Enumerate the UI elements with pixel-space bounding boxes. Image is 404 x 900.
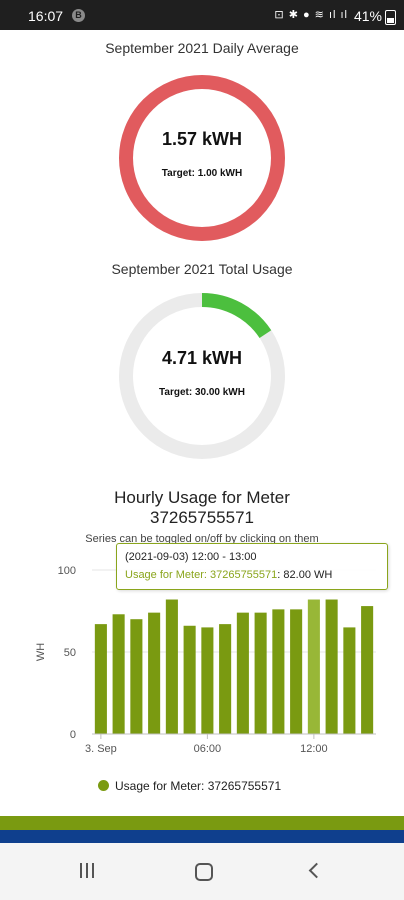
back-button[interactable] <box>302 861 332 885</box>
bar <box>219 624 232 734</box>
bar <box>130 619 143 734</box>
tooltip-series: Usage for Meter: 37265755571 <box>125 569 278 581</box>
x-tick-label: 12:00 <box>300 743 328 755</box>
gauge-arc <box>119 75 285 241</box>
y-tick-label: 0 <box>70 729 76 741</box>
legend-label: Usage for Meter: 37265755571 <box>115 779 282 793</box>
chart-tooltip: (2021-09-03) 12:00 - 13:00 Usage for Met… <box>116 543 388 590</box>
bar <box>343 627 356 734</box>
legend-dot-icon <box>98 780 109 791</box>
bar <box>148 612 161 734</box>
system-nav-bar <box>0 843 404 900</box>
tooltip-header: (2021-09-03) 12:00 - 13:00 <box>125 551 257 563</box>
footer-band-green <box>0 816 404 830</box>
notification-icon: B <box>72 9 85 22</box>
recent-apps-icon <box>80 863 82 878</box>
bar <box>254 612 267 734</box>
daily-average-value: 1.57 kWH <box>161 129 243 149</box>
chart-title: Hourly Usage for Meter 37265755571 <box>60 488 344 528</box>
bar <box>325 599 338 734</box>
bar <box>272 609 285 734</box>
bar <box>236 612 249 734</box>
status-icons: ⊡ ✱ ● ≋ ıl ıl <box>274 9 348 21</box>
chart-title-line2: 37265755571 <box>149 508 254 527</box>
bar <box>361 606 374 734</box>
daily-average-target: Target: 1.00 kWH <box>161 168 243 179</box>
bar <box>183 625 196 734</box>
total-usage-value: 4.71 kWH <box>161 348 243 368</box>
recent-apps-button[interactable] <box>75 861 105 885</box>
x-tick-label: 3. Sep <box>85 743 117 755</box>
x-tick-label: 06:00 <box>194 743 222 755</box>
footer-band-blue <box>0 830 404 843</box>
bar <box>94 624 107 734</box>
status-time: 16:07 <box>28 8 64 24</box>
legend-item[interactable]: Usage for Meter: 37265755571 <box>98 779 281 793</box>
bar <box>201 627 214 734</box>
bar <box>307 599 320 734</box>
y-tick-label: 50 <box>64 647 76 659</box>
back-icon <box>308 862 325 879</box>
daily-average-title: September 2021 Daily Average <box>105 40 299 56</box>
status-bar: 16:07 B ⊡ ✱ ● ≋ ıl ıl 41% <box>0 0 404 30</box>
bar <box>290 609 303 734</box>
recent-apps-icon-bar <box>86 863 88 878</box>
battery-percent: 41% <box>353 8 382 24</box>
total-usage-target: Target: 30.00 kWH <box>159 387 245 398</box>
y-axis-label: WH <box>35 643 47 661</box>
home-icon <box>195 863 213 881</box>
home-button[interactable] <box>188 861 218 885</box>
bar <box>112 614 125 734</box>
recent-apps-icon-bar <box>92 863 94 878</box>
chart-title-line1: Hourly Usage for Meter <box>114 488 290 507</box>
total-usage-title: September 2021 Total Usage <box>111 261 293 277</box>
tooltip-body: Usage for Meter: 37265755571: 82.00 WH <box>125 569 333 581</box>
daily-average-gauge <box>119 75 285 241</box>
total-usage-gauge <box>119 293 285 459</box>
y-tick-label: 100 <box>58 565 76 577</box>
battery-icon <box>385 10 396 25</box>
bar <box>165 599 178 734</box>
tooltip-value: 82.00 WH <box>283 569 333 581</box>
